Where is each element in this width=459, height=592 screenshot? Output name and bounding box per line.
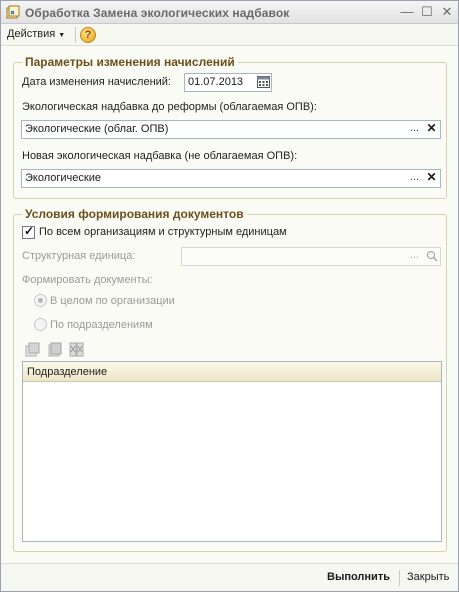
add-row-icon[interactable]	[25, 342, 40, 357]
close-window-icon[interactable]: ✕	[439, 4, 455, 20]
delete-row-icon[interactable]	[69, 342, 84, 357]
radio-selected-dot	[38, 298, 43, 303]
checkmark-icon: ✓	[24, 224, 35, 238]
calendar-icon[interactable]	[257, 75, 270, 88]
execute-button[interactable]: Выполнить	[327, 571, 390, 583]
struct-unit-field[interactable]	[181, 247, 441, 266]
old-bonus-select-button[interactable]: ...	[406, 121, 423, 138]
column-header-department[interactable]: Подразделение	[27, 366, 107, 378]
radio-by-organization[interactable]	[34, 294, 47, 307]
toolbar-separator	[75, 27, 76, 43]
form-docs-label: Формировать документы:	[22, 274, 153, 286]
old-bonus-value: Экологические (облаг. ОПВ)	[25, 123, 169, 135]
maximize-icon[interactable]: ☐	[419, 4, 435, 20]
title-bar: Обработка Замена экологических надбавок …	[1, 1, 458, 24]
new-bonus-field[interactable]: Экологические	[21, 169, 441, 188]
radio-by-organization-label: В целом по организации	[50, 295, 175, 307]
struct-unit-label: Структурная единица:	[22, 250, 136, 262]
toolbar: Действия ▼ ?	[1, 24, 458, 46]
change-date-value: 01.07.2013	[188, 76, 244, 88]
new-bonus-label: Новая экологическая надбавка (не облагае…	[22, 150, 298, 162]
all-orgs-label: По всем организациям и структурным едини…	[39, 226, 287, 238]
old-bonus-field[interactable]: Экологические (облаг. ОПВ)	[21, 120, 441, 139]
help-icon[interactable]: ?	[80, 27, 96, 43]
doc-conditions-title: Условия формирования документов	[22, 207, 247, 221]
actions-menu-label: Действия	[7, 28, 56, 40]
new-bonus-value: Экологические	[25, 172, 101, 184]
radio-by-department-label: По подразделениям	[50, 319, 153, 331]
department-table[interactable]: Подразделение	[22, 361, 442, 542]
minimize-icon[interactable]: —	[399, 4, 415, 20]
accrual-params-title: Параметры изменения начислений	[22, 55, 238, 69]
processing-app-icon	[6, 5, 20, 19]
dropdown-arrow-icon: ▼	[58, 32, 66, 39]
actions-menu-button[interactable]: Действия ▼	[7, 28, 65, 40]
new-bonus-select-button[interactable]: ...	[406, 170, 423, 187]
new-bonus-clear-icon[interactable]: ✕	[423, 170, 440, 187]
copy-row-icon[interactable]	[47, 342, 62, 357]
close-button[interactable]: Закрыть	[407, 571, 449, 583]
change-date-label: Дата изменения начислений:	[22, 76, 171, 88]
processing-window: Обработка Замена экологических надбавок …	[0, 0, 459, 592]
old-bonus-label: Экологическая надбавка до реформы (облаг…	[22, 101, 317, 113]
old-bonus-clear-icon[interactable]: ✕	[423, 121, 440, 138]
all-orgs-checkbox[interactable]: ✓	[22, 224, 35, 239]
bottom-bar: Выполнить Закрыть	[1, 563, 458, 591]
table-header: Подразделение	[23, 362, 441, 382]
bottom-separator	[399, 570, 400, 586]
window-title: Обработка Замена экологических надбавок	[25, 6, 290, 20]
radio-by-department[interactable]	[34, 318, 47, 331]
search-icon[interactable]	[426, 250, 438, 262]
struct-unit-select-button[interactable]: ...	[406, 248, 423, 265]
